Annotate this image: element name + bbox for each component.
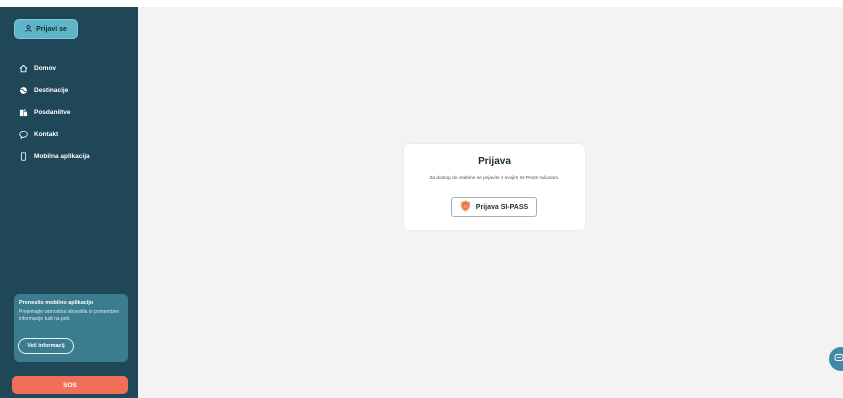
sidebar-item-label: Kontakt: [34, 130, 59, 138]
phone-icon: [19, 151, 28, 161]
sidebar-nav: Domov Destinacije Posdaniltve Kontakt Mo…: [19, 57, 90, 167]
sidebar-item-label: Domov: [34, 64, 57, 72]
sidebar-item-posdaniltve[interactable]: Posdaniltve: [19, 101, 90, 123]
si-pass-button-label: Prijava SI-PASS: [475, 203, 529, 211]
login-card-subtitle: Za dostop do vsebine se prijavite z svoj…: [429, 176, 560, 181]
sidebar-item-destinacije[interactable]: Destinacije: [19, 79, 90, 101]
sidebar: Prijavi se Domov Destinacije Posdaniltve…: [0, 7, 138, 398]
office-icon: [19, 108, 28, 117]
si-pass-login-button[interactable]: Prijava SI-PASS: [451, 197, 537, 217]
si-pass-shield-icon: [460, 200, 471, 214]
sidebar-item-label: Destinacije: [34, 86, 69, 94]
sidebar-item-mobilna-aplikacija[interactable]: Mobilna aplikacija: [19, 145, 90, 167]
more-info-button[interactable]: Več informacij: [18, 338, 74, 354]
chat-bubble-icon: [834, 350, 843, 368]
sidebar-item-domov[interactable]: Domov: [19, 57, 90, 79]
login-button[interactable]: Prijavi se: [14, 19, 78, 39]
main-content: Prijava Za dostop do vsebine se prijavit…: [138, 7, 843, 398]
user-icon: [25, 24, 32, 34]
sos-button[interactable]: SOS: [12, 376, 128, 394]
sidebar-item-label: Mobilna aplikacija: [34, 152, 90, 160]
sidebar-item-kontakt[interactable]: Kontakt: [19, 123, 90, 145]
login-button-label: Prijavi se: [36, 25, 67, 33]
promo-title: Prenesite mobilno aplikacijo: [19, 300, 94, 306]
chat-icon: [19, 130, 28, 139]
promo-text: Prejemajte varnostna obvestila in pomemb…: [19, 309, 120, 322]
home-icon: [19, 64, 28, 73]
sidebar-item-label: Posdaniltve: [34, 108, 71, 116]
globe-icon: [19, 86, 28, 95]
app-promo-panel: Prenesite mobilno aplikacijo Prejemajte …: [14, 294, 128, 362]
login-card: Prijava Za dostop do vsebine se prijavit…: [404, 144, 585, 230]
login-card-title: Prijava: [478, 156, 511, 167]
